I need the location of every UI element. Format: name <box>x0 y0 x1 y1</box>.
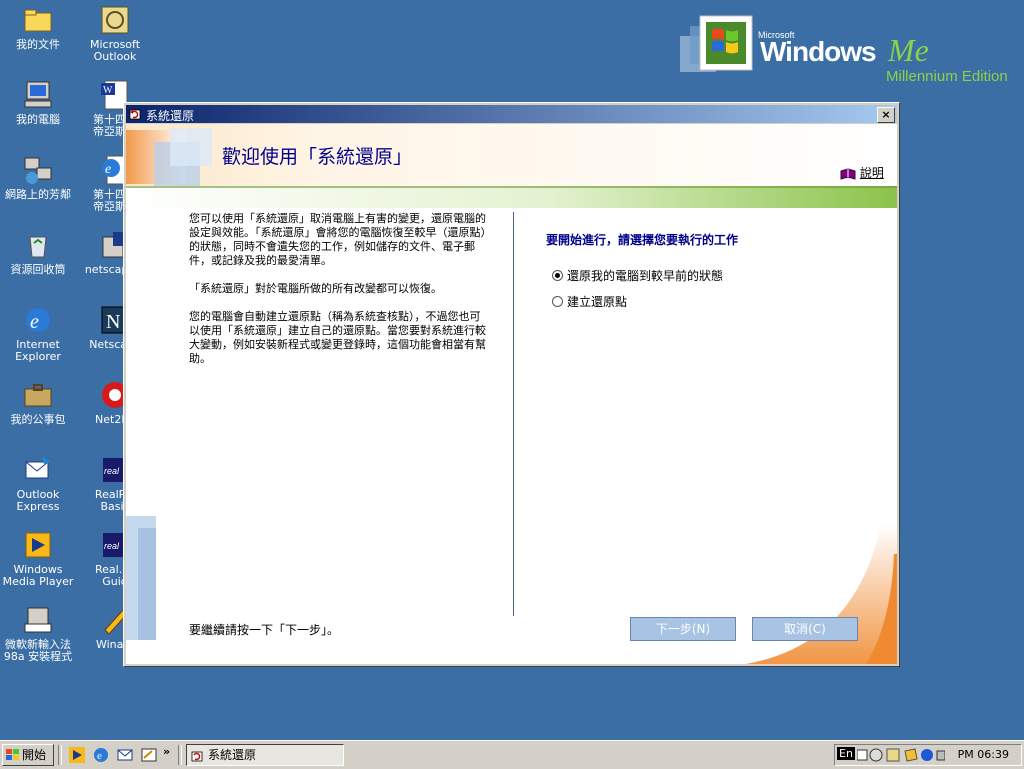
desktop-icon[interactable]: 網路上的芳鄰 <box>0 154 76 201</box>
desktop-icon[interactable]: 微軟新輸入法 98a 安裝程式 <box>0 604 76 663</box>
show-desktop-quicklaunch-icon[interactable] <box>140 746 158 764</box>
desktop-icon-label: 我的文件 <box>16 38 60 51</box>
taskbar-separator <box>178 745 182 765</box>
svg-text:real: real <box>104 541 120 551</box>
recycle-bin-icon <box>22 229 54 261</box>
desktop-icon[interactable]: 我的文件 <box>0 4 76 51</box>
cancel-button[interactable]: 取消(C) <box>752 617 858 641</box>
help-book-icon <box>840 167 856 180</box>
outlook-express-quicklaunch-icon[interactable] <box>116 746 134 764</box>
svg-text:e: e <box>97 750 102 762</box>
messenger-tray-icon <box>921 749 933 761</box>
desktop-icon-label: 微軟新輸入法 98a 安裝程式 <box>3 638 73 663</box>
windows-me-logo: Microsoft Windows Me Millennium Edition <box>676 14 1016 94</box>
desktop-icon[interactable]: e Internet Explorer <box>0 304 76 363</box>
option-restore-radio[interactable]: 還原我的電腦到較早前的狀態 <box>552 267 723 284</box>
desktop-icon-label: 我的電腦 <box>16 113 60 126</box>
desktop-icon[interactable]: Windows Media Player <box>0 529 76 588</box>
outlook-express-icon <box>22 454 54 486</box>
option-create-point-radio[interactable]: 建立還原點 <box>552 293 627 310</box>
ime-setup-icon <box>22 604 54 636</box>
next-button[interactable]: 下一步(N) <box>630 617 736 641</box>
taskbar-separator <box>58 745 62 765</box>
ie-icon: e <box>22 304 54 336</box>
desktop-icon-label: 資源回收筒 <box>10 263 66 276</box>
svg-text:real: real <box>104 466 120 476</box>
desktop-icon[interactable]: 我的公事包 <box>0 379 76 426</box>
ime-tray-icon <box>857 749 868 761</box>
system-tray: En PM 06:39 <box>834 744 1022 766</box>
taskbar-item-system-restore[interactable]: 系統還原 <box>186 744 344 766</box>
tray-icons <box>857 748 945 762</box>
close-button[interactable]: × <box>877 107 895 123</box>
logo-me-text: Me <box>888 32 929 68</box>
scheduler-tray-icon <box>886 748 900 762</box>
chevron-more-icon[interactable]: » <box>163 745 170 758</box>
briefcase-icon <box>22 379 54 411</box>
system-restore-window: 系統還原 × 歡迎使用「系統還原」 說明 您可以使用「系統還原」取消電腦上有害的… <box>123 102 900 667</box>
title-bar[interactable]: 系統還原 × <box>126 105 897 123</box>
windows-flag-logo-icon <box>680 15 753 72</box>
intro-text: 您可以使用「系統還原」取消電腦上有害的變更，還原電腦的設定與效能。「系統還原」會… <box>189 212 489 380</box>
intro-paragraph-3: 您的電腦會自動建立還原點（稱為系統查核點），不過您也可以使用「系統還原」建立自己… <box>189 310 486 365</box>
close-icon: × <box>881 108 891 121</box>
desktop-icon-label: 我的公事包 <box>10 413 66 426</box>
svg-text:W: W <box>103 85 113 96</box>
network-icon <box>22 154 54 186</box>
clock[interactable]: PM 06:39 <box>958 748 1009 761</box>
folder-icon <box>22 4 54 36</box>
media-player-quicklaunch-icon[interactable] <box>68 746 86 764</box>
radio-selected-icon[interactable] <box>552 270 563 281</box>
intro-paragraph-1: 您可以使用「系統還原」取消電腦上有害的變更，還原電腦的設定與效能。「系統還原」會… <box>189 212 486 267</box>
computer-icon <box>22 79 54 111</box>
intro-paragraph-2: 「系統還原」對於電腦所做的所有改變都可以恢復。 <box>189 282 442 295</box>
desktop-icon-label: Windows Media Player <box>2 563 74 588</box>
system-restore-task-icon <box>191 751 203 761</box>
system-restore-icon <box>129 109 141 120</box>
wizard-heading: 歡迎使用「系統還原」 <box>222 146 413 168</box>
sound-tray-icon <box>869 748 883 762</box>
task-prompt: 要開始進行，請選擇您要執行的工作 <box>546 233 739 247</box>
desktop-icon-label: 網路上的芳鄰 <box>5 188 71 201</box>
option-restore-label: 還原我的電腦到較早前的狀態 <box>567 269 724 283</box>
help-link[interactable]: 說明 <box>840 164 884 181</box>
taskbar: 開始 e » 系統還原 En PM 06:39 <box>0 740 1024 769</box>
svg-text:e: e <box>105 162 111 177</box>
desktop-icon-label: Microsoft Outlook <box>89 38 141 63</box>
window-title: 系統還原 <box>146 109 195 123</box>
windows-flag-icon <box>6 748 19 760</box>
ie-quicklaunch-icon[interactable]: e <box>92 746 110 764</box>
desktop-icon[interactable]: 資源回收筒 <box>0 229 76 276</box>
start-label: 開始 <box>22 748 47 762</box>
media-player-icon <box>22 529 54 561</box>
language-indicator[interactable]: En <box>837 747 855 760</box>
radio-unselected-icon[interactable] <box>552 296 563 307</box>
desktop-icon[interactable]: 我的電腦 <box>0 79 76 126</box>
option-create-point-label: 建立還原點 <box>567 295 628 309</box>
logo-edition-text: Millennium Edition <box>886 68 1008 85</box>
logo-windows-text: Windows <box>760 36 877 67</box>
desktop-icon[interactable]: Microsoft Outlook <box>77 4 153 63</box>
wizard-decoration <box>126 124 897 664</box>
panel-divider <box>513 212 514 616</box>
svg-text:e: e <box>30 311 39 333</box>
network-tray-icon <box>904 748 918 762</box>
help-label: 說明 <box>859 166 884 180</box>
wizard-content: 歡迎使用「系統還原」 說明 您可以使用「系統還原」取消電腦上有害的變更，還原電腦… <box>126 124 897 664</box>
start-button[interactable]: 開始 <box>2 744 54 766</box>
desktop-icon-label: Outlook Express <box>16 488 60 513</box>
taskbar-item-label: 系統還原 <box>208 748 257 762</box>
svg-text:N: N <box>106 311 120 333</box>
outlook-icon <box>99 4 131 36</box>
power-tray-icon <box>936 750 945 761</box>
continue-instruction: 要繼續請按一下「下一步」。 <box>189 623 340 637</box>
desktop-icon-label: Internet Explorer <box>15 338 61 363</box>
desktop-icon[interactable]: Outlook Express <box>0 454 76 513</box>
